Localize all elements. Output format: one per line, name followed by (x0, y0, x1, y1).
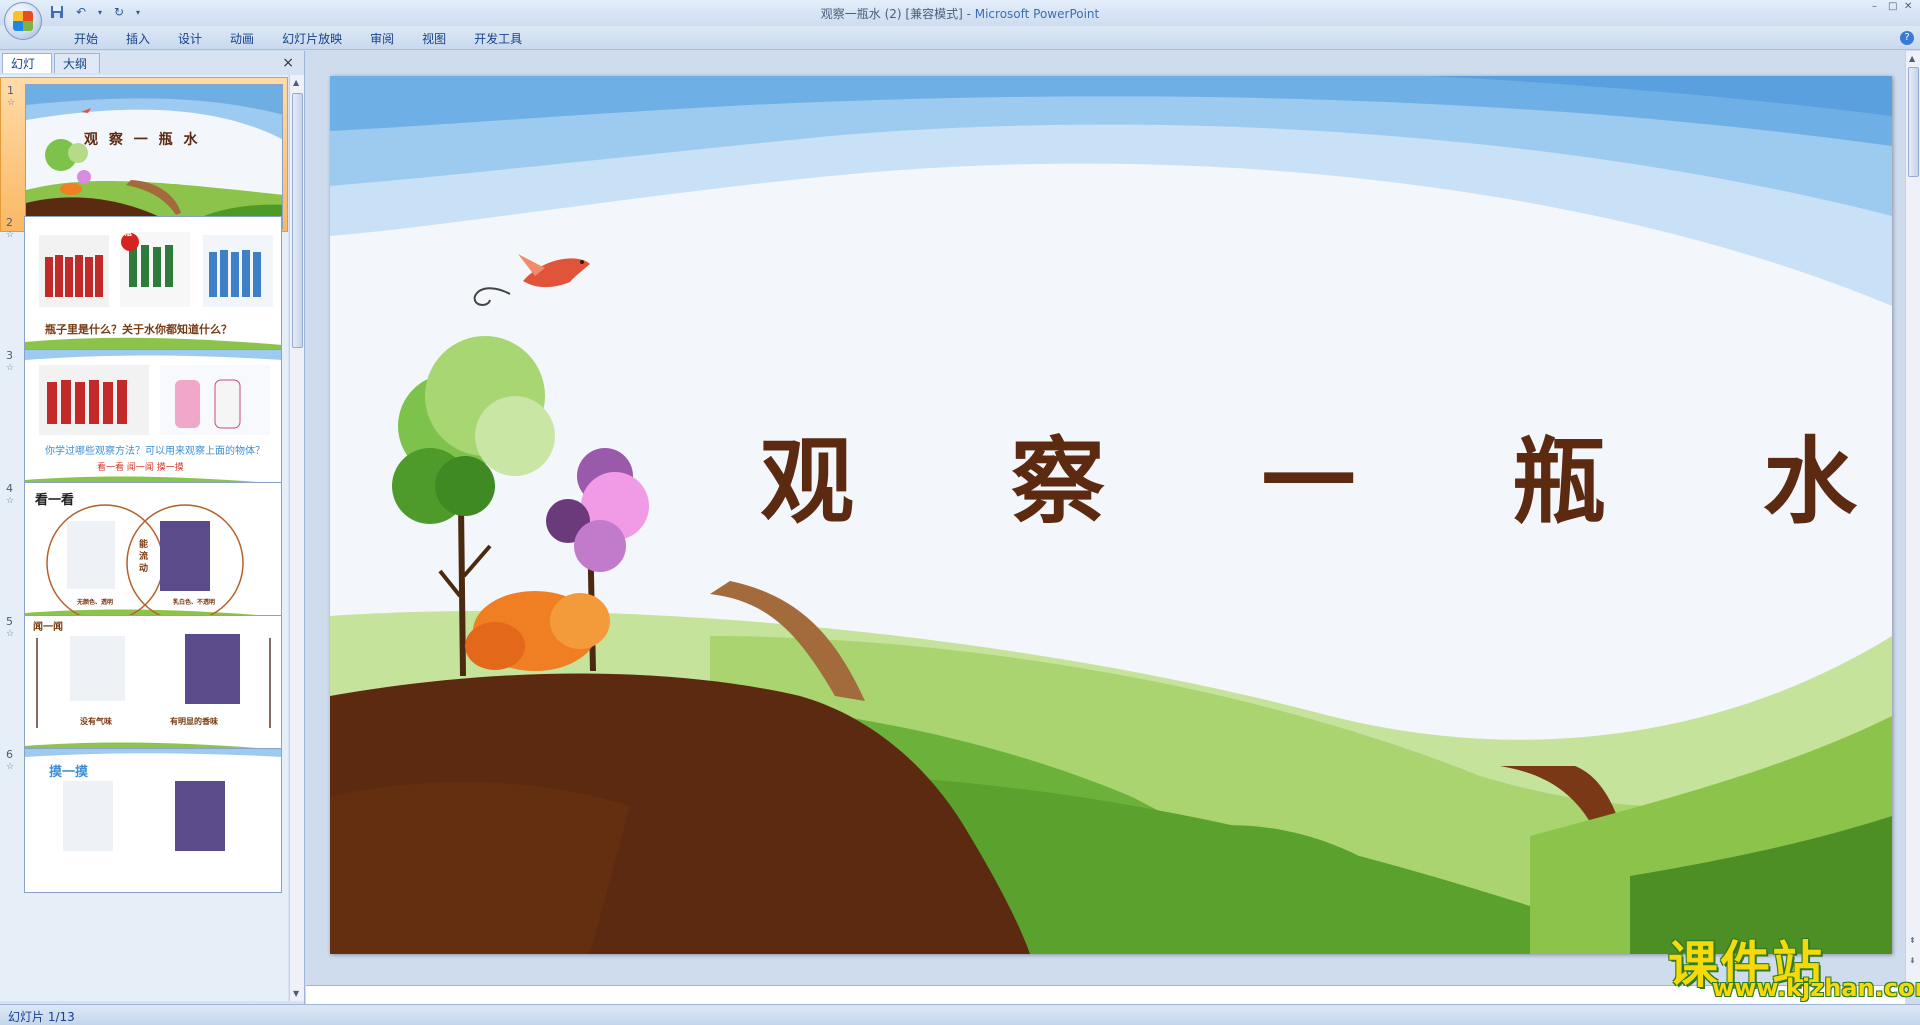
window-controls: – □ ✕ (1872, 2, 1914, 12)
slide-5-thumb-title: 闻一闻 (33, 622, 63, 633)
slide-preview: 摸一摸 (24, 748, 282, 893)
previous-slide-icon[interactable]: ⇞ (1909, 936, 1916, 945)
slide-2-content (25, 217, 281, 360)
tab-view[interactable]: 视图 (408, 30, 460, 48)
slide-6-thumb-title: 摸一摸 (49, 765, 89, 780)
scrollbar-thumb[interactable] (1908, 67, 1919, 177)
office-logo-icon (13, 11, 33, 31)
animation-icon: ☆ (6, 762, 15, 772)
close-pane-icon[interactable]: × (282, 55, 294, 71)
tab-slides[interactable]: 幻灯片 (2, 53, 52, 91)
title-bar: ↶ ▾ ↻ ▾ 观察一瓶水 (2) [兼容模式] - Microsoft Pow… (0, 0, 1920, 40)
status-bar: 幻灯片 1/13 (0, 1004, 1920, 1025)
animation-icon: ☆ (6, 496, 15, 506)
slide-thumbnail-5[interactable]: 5 ☆ 闻一闻 没有气味 有明显的香味 (0, 609, 288, 764)
current-slide[interactable]: 观 察 一 瓶 水 (330, 76, 1892, 954)
document-title: 观察一瓶水 (2) [兼容模式] (820, 7, 963, 21)
slide-scrollbar[interactable]: ▲ ⇞ ⇟ (1905, 51, 1920, 985)
scroll-down-icon[interactable]: ▼ (293, 989, 299, 998)
slide-thumbnail-1[interactable]: 1 ☆ 观 察 一 瓶 水 (0, 77, 288, 232)
scroll-up-icon[interactable]: ▲ (293, 78, 299, 87)
maximize-button[interactable]: □ (1888, 2, 1898, 12)
slide-preview: 观 察 一 瓶 水 (25, 84, 283, 229)
slide-5-content (25, 616, 281, 759)
animation-icon: ☆ (6, 230, 15, 240)
animation-icon: ☆ (6, 363, 15, 373)
slide-preview: 你学过哪些观察方法？可以用来观察上面的物体？ 看一看 闻一闻 摸一摸 (24, 349, 282, 494)
close-button[interactable]: ✕ (1904, 2, 1914, 12)
tab-slide-show[interactable]: 幻灯片放映 (268, 30, 356, 48)
slide-2-badge: 24瓶 (115, 228, 132, 237)
tab-animations[interactable]: 动画 (216, 30, 268, 48)
window-title: 观察一瓶水 (2) [兼容模式] - Microsoft PowerPoint (0, 5, 1920, 22)
slide-3-thumb-question: 你学过哪些观察方法？可以用来观察上面的物体？ (45, 446, 265, 457)
slide-number: 5 (6, 615, 13, 628)
slide-thumbnail-list: 1 ☆ 观 察 一 瓶 水 2 ☆ 24瓶 瓶子里是什么？关于水你都知道什么？ … (0, 75, 288, 1001)
scrollbar-thumb[interactable] (292, 93, 303, 348)
tab-insert[interactable]: 插入 (112, 30, 164, 48)
slide-thumbnail-3[interactable]: 3 ☆ 你学过哪些观察方法？可以用来观察上面的物体？ 看一看 闻一闻 摸一摸 (0, 343, 288, 498)
watermark-url: www.kjzhan.com (1712, 974, 1920, 1002)
tab-design[interactable]: 设计 (164, 30, 216, 48)
slide-thumbnail-6[interactable]: 6 ☆ 摸一摸 (0, 742, 288, 897)
slide-2-thumb-text: 瓶子里是什么？关于水你都知道什么？ (45, 323, 232, 336)
slide-number: 3 (6, 349, 13, 362)
slide-thumbnail-4[interactable]: 4 ☆ 看一看 能流动 无颜色、透明 乳白色、不透明 (0, 476, 288, 631)
scroll-up-icon[interactable]: ▲ (1909, 54, 1915, 63)
office-button[interactable] (4, 2, 42, 40)
slide-edit-area: 观 察 一 瓶 水 (306, 51, 1905, 985)
minimize-button[interactable]: – (1872, 2, 1882, 12)
ribbon-tab-bar: 开始 插入 设计 动画 幻灯片放映 审阅 视图 开发工具 ? (0, 26, 1920, 50)
slide-5-thumb-left: 没有气味 (80, 716, 112, 726)
slide-1-background (26, 85, 282, 228)
slide-4-thumb-left: 无颜色、透明 (77, 599, 114, 606)
slide-4-thumb-right: 乳白色、不透明 (173, 599, 216, 606)
slide-number: 4 (6, 482, 13, 495)
slide-4-thumb-title: 看一看 (35, 493, 75, 508)
animation-icon: ☆ (7, 98, 16, 108)
slides-pane: 幻灯片 大纲 × 1 ☆ (0, 51, 305, 1004)
tab-developer[interactable]: 开发工具 (460, 30, 536, 48)
animation-icon: ☆ (6, 629, 15, 639)
tab-home[interactable]: 开始 (60, 30, 112, 48)
slide-3-thumb-methods: 看一看 闻一闻 摸一摸 (97, 463, 184, 473)
slide-indicator: 幻灯片 1/13 (8, 1010, 75, 1024)
tab-review[interactable]: 审阅 (356, 30, 408, 48)
watermark-logo: 课件站 www.kjzhan.com (1668, 925, 1920, 1005)
slide-title[interactable]: 观 察 一 瓶 水 (760, 406, 1857, 542)
next-slide-icon[interactable]: ⇟ (1909, 956, 1916, 965)
slide-thumbnail-2[interactable]: 2 ☆ 24瓶 瓶子里是什么？关于水你都知道什么？ (0, 210, 288, 365)
slide-number: 1 (7, 84, 14, 97)
app-name: Microsoft PowerPoint (974, 7, 1100, 21)
help-icon[interactable]: ? (1900, 31, 1914, 45)
title-separator: - (962, 7, 975, 21)
slide-number: 6 (6, 748, 13, 761)
slide-number: 2 (6, 216, 13, 229)
tab-outline[interactable]: 大纲 (54, 53, 100, 73)
notes-pane[interactable] (306, 985, 1905, 1004)
slide-4-thumb-center: 能流动 (139, 540, 149, 574)
slide-preview: 闻一闻 没有气味 有明显的香味 (24, 615, 282, 760)
slide-preview: 看一看 能流动 无颜色、透明 乳白色、不透明 (24, 482, 282, 627)
slide-5-thumb-right: 有明显的香味 (170, 716, 218, 726)
thumbnail-scrollbar[interactable]: ▲ ▼ (289, 75, 304, 1001)
slide-preview: 24瓶 瓶子里是什么？关于水你都知道什么？ (24, 216, 282, 361)
slide-1-thumb-title: 观 察 一 瓶 水 (84, 132, 201, 148)
